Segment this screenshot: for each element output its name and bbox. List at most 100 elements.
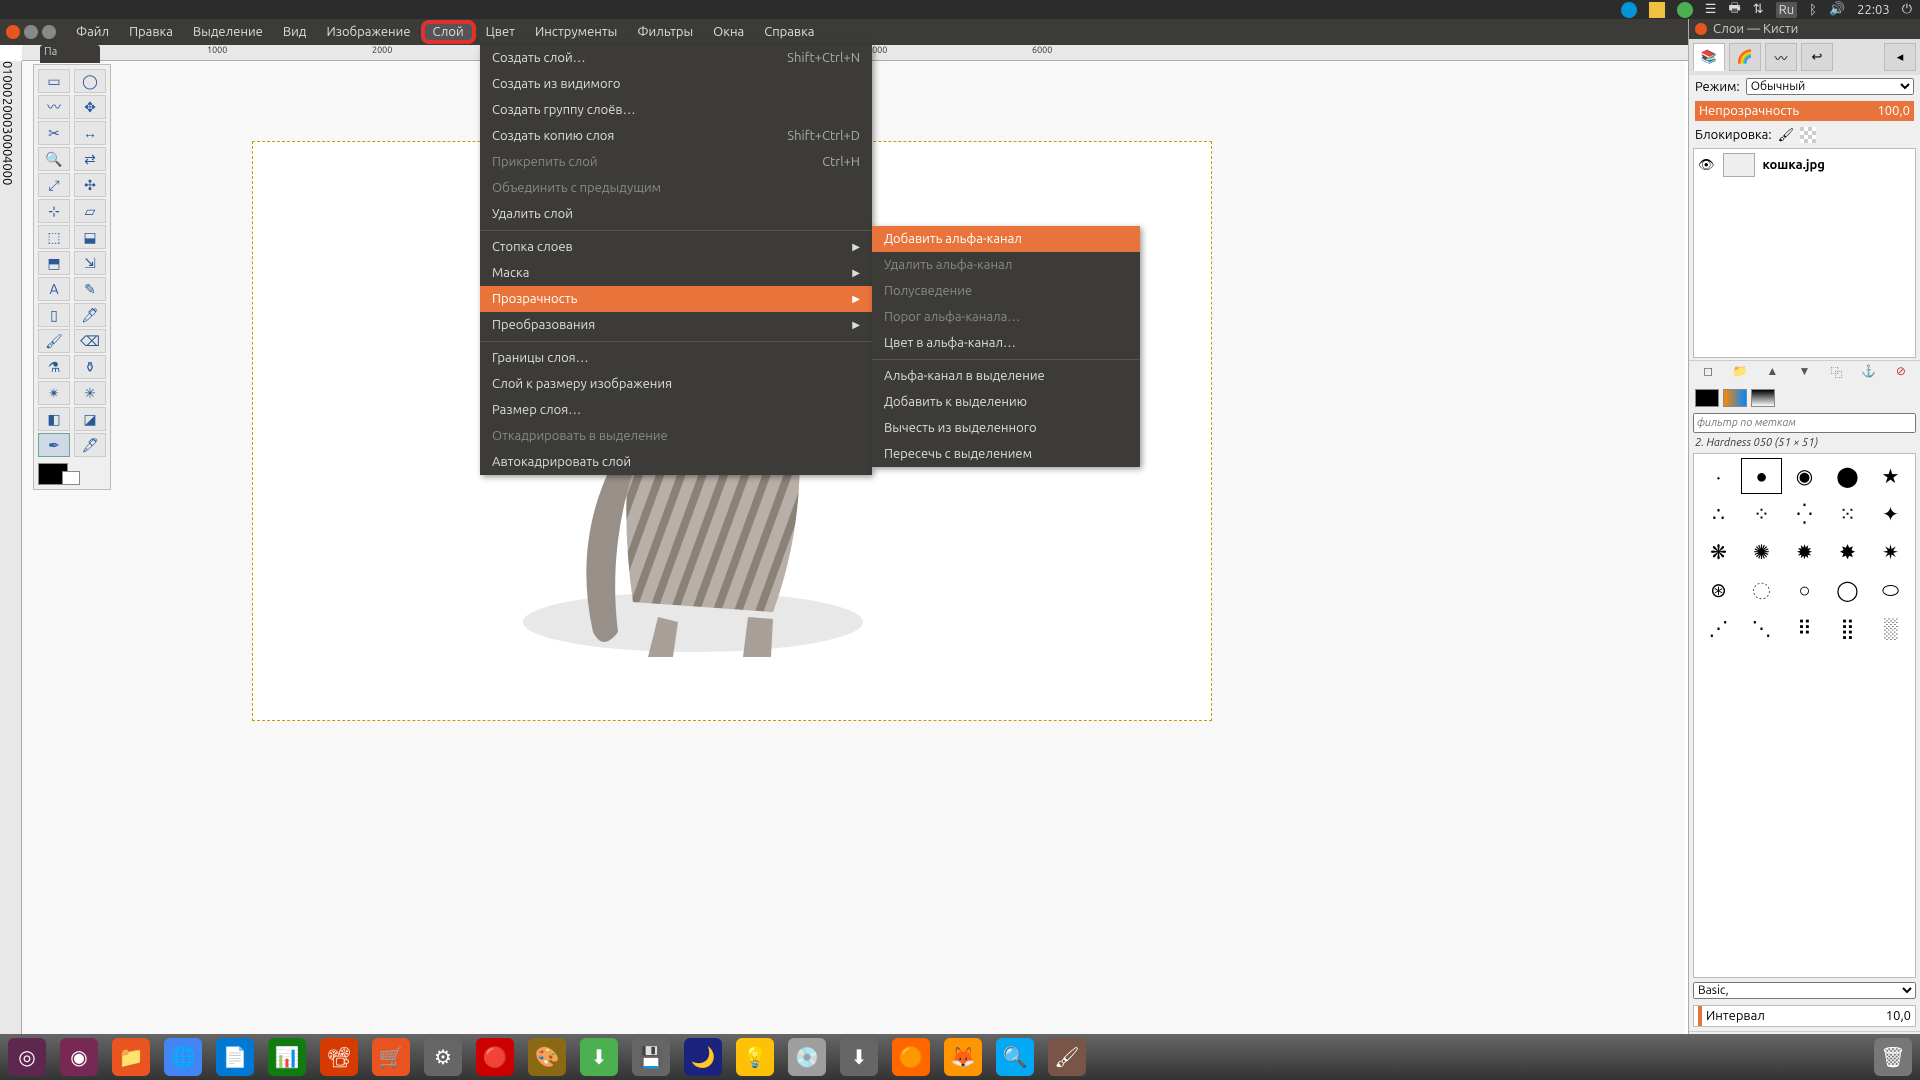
- tool-0[interactable]: ▭: [38, 69, 70, 93]
- brush-preset[interactable]: ◯: [1827, 572, 1868, 608]
- dock-app-17[interactable]: 🟠: [892, 1038, 930, 1076]
- menu-item[interactable]: Добавить альфа-канал: [872, 226, 1140, 252]
- dock-app-12[interactable]: 💾: [632, 1038, 670, 1076]
- menu-вид[interactable]: Вид: [273, 22, 317, 42]
- channels-tab[interactable]: 🌈: [1729, 43, 1761, 71]
- tool-9[interactable]: ✣: [74, 173, 106, 197]
- brush-swatch-2[interactable]: [1723, 389, 1747, 407]
- menu-item[interactable]: Создать из видимого: [480, 71, 872, 97]
- new-group-button[interactable]: 📁: [1731, 364, 1749, 382]
- opacity-slider[interactable]: Непрозрачность100,0: [1695, 101, 1914, 121]
- dock-app-16[interactable]: ⬇: [840, 1038, 878, 1076]
- dock-app-6[interactable]: 📽: [320, 1038, 358, 1076]
- lang-indicator[interactable]: Ru: [1776, 2, 1798, 18]
- dock-app-5[interactable]: 📊: [268, 1038, 306, 1076]
- tool-28[interactable]: ✒: [38, 433, 70, 457]
- lower-layer-button[interactable]: ▼: [1795, 364, 1813, 382]
- brush-preset[interactable]: ⬤: [1827, 458, 1868, 494]
- menu-файл[interactable]: Файл: [66, 22, 119, 42]
- close-button[interactable]: [6, 25, 20, 39]
- brush-preset[interactable]: ❋: [1698, 534, 1739, 570]
- menu-справка[interactable]: Справка: [754, 22, 824, 42]
- brush-preset[interactable]: ✺: [1741, 534, 1782, 570]
- tool-12[interactable]: ⬚: [38, 225, 70, 249]
- dock-app-2[interactable]: 📁: [112, 1038, 150, 1076]
- anchor-layer-button[interactable]: ⚓: [1860, 364, 1878, 382]
- brush-preset[interactable]: ●: [1741, 458, 1782, 494]
- dock-app-11[interactable]: ⬇: [580, 1038, 618, 1076]
- tool-23[interactable]: ⚱: [74, 355, 106, 379]
- dock-app-18[interactable]: 🦊: [944, 1038, 982, 1076]
- menu-item[interactable]: Альфа-канал в выделение: [872, 363, 1140, 389]
- bluetooth-icon[interactable]: ᛒ: [1809, 3, 1817, 17]
- brush-filter-input[interactable]: [1693, 413, 1916, 433]
- lock-alpha-icon[interactable]: [1800, 127, 1816, 143]
- dock-app-1[interactable]: ◉: [60, 1038, 98, 1076]
- lock-pixels-icon[interactable]: 🖌: [1778, 128, 1795, 143]
- tool-6[interactable]: 🔍: [38, 147, 70, 171]
- dock-app-0[interactable]: ◎: [8, 1038, 46, 1076]
- dock-app-4[interactable]: 📄: [216, 1038, 254, 1076]
- tool-2[interactable]: 〰: [38, 95, 70, 119]
- tool-3[interactable]: ✥: [74, 95, 106, 119]
- dock-app-22[interactable]: 🗑: [1874, 1038, 1912, 1076]
- brush-preset[interactable]: ⋱: [1741, 610, 1782, 646]
- brush-preset[interactable]: ⣿: [1827, 610, 1868, 646]
- brush-preset[interactable]: ⁘: [1741, 496, 1782, 532]
- menu-item[interactable]: Создать копию слояShift+Ctrl+D: [480, 123, 872, 149]
- panel-close-button[interactable]: [1695, 23, 1707, 35]
- tool-20[interactable]: 🖌: [38, 329, 70, 353]
- dock-app-13[interactable]: 🌙: [684, 1038, 722, 1076]
- tool-29[interactable]: 🖋: [74, 433, 106, 457]
- delete-layer-button[interactable]: ⊘: [1892, 364, 1910, 382]
- tool-8[interactable]: ⤢: [38, 173, 70, 197]
- menu-цвет[interactable]: Цвет: [476, 22, 525, 42]
- dock-app-14[interactable]: 💡: [736, 1038, 774, 1076]
- menu-слой[interactable]: Слой: [421, 20, 476, 44]
- menu-item[interactable]: Добавить к выделению: [872, 389, 1140, 415]
- tool-4[interactable]: ✂: [38, 121, 70, 145]
- dock-app-8[interactable]: ⚙: [424, 1038, 462, 1076]
- clock[interactable]: 22:03: [1857, 3, 1890, 17]
- menu-item[interactable]: Автокадрировать слой: [480, 449, 872, 475]
- color-selector[interactable]: [38, 463, 106, 485]
- brush-swatch-3[interactable]: [1751, 389, 1775, 407]
- dock-app-7[interactable]: 🛒: [372, 1038, 410, 1076]
- layer-name[interactable]: кошка.jpg: [1763, 158, 1825, 172]
- brush-grid[interactable]: ·●◉⬤★∴⁘⁛⁙✦❋✺✹✸✷⊛◌○◯⬭⋰⋱⠿⣿░: [1693, 453, 1916, 978]
- menu-item[interactable]: Прозрачность▶: [480, 286, 872, 312]
- menu-item[interactable]: Создать группу слоёв…: [480, 97, 872, 123]
- maximize-button[interactable]: [42, 25, 56, 39]
- menu-инструменты[interactable]: Инструменты: [525, 22, 627, 42]
- brush-preset[interactable]: ✹: [1784, 534, 1825, 570]
- menu-изображение[interactable]: Изображение: [316, 22, 420, 42]
- dock-app-20[interactable]: 🖌: [1048, 1038, 1086, 1076]
- brush-preset[interactable]: ✷: [1870, 534, 1911, 570]
- duplicate-layer-button[interactable]: ⿻: [1828, 364, 1846, 382]
- brush-preset[interactable]: ✸: [1827, 534, 1868, 570]
- dock-app-15[interactable]: 💿: [788, 1038, 826, 1076]
- tool-10[interactable]: ⊹: [38, 199, 70, 223]
- brush-interval-slider[interactable]: Интервал 10,0: [1693, 1005, 1916, 1027]
- undo-tab[interactable]: ↩: [1801, 43, 1833, 71]
- tool-27[interactable]: ◪: [74, 407, 106, 431]
- brush-preset[interactable]: ⁙: [1827, 496, 1868, 532]
- menu-фильтры[interactable]: Фильтры: [627, 22, 703, 42]
- tool-26[interactable]: ◧: [38, 407, 70, 431]
- brush-swatch-1[interactable]: [1695, 389, 1719, 407]
- brush-preset[interactable]: ◌: [1741, 572, 1782, 608]
- menu-item[interactable]: Цвет в альфа-канал…: [872, 330, 1140, 356]
- layer-list[interactable]: 👁 кошка.jpg: [1693, 148, 1916, 358]
- brush-preset[interactable]: ✦: [1870, 496, 1911, 532]
- tool-15[interactable]: ⇲: [74, 251, 106, 275]
- menu-item[interactable]: Пересечь с выделением: [872, 441, 1140, 467]
- brush-preset[interactable]: ⠿: [1784, 610, 1825, 646]
- new-layer-button[interactable]: ◻: [1699, 364, 1717, 382]
- menu-item[interactable]: Слой к размеру изображения: [480, 371, 872, 397]
- tool-24[interactable]: ✴: [38, 381, 70, 405]
- menu-item[interactable]: Границы слоя…: [480, 345, 872, 371]
- minimize-button[interactable]: [24, 25, 38, 39]
- tool-25[interactable]: ✳: [74, 381, 106, 405]
- power-icon[interactable]: ⏻: [1902, 2, 1912, 17]
- menu-item[interactable]: Создать слой…Shift+Ctrl+N: [480, 45, 872, 71]
